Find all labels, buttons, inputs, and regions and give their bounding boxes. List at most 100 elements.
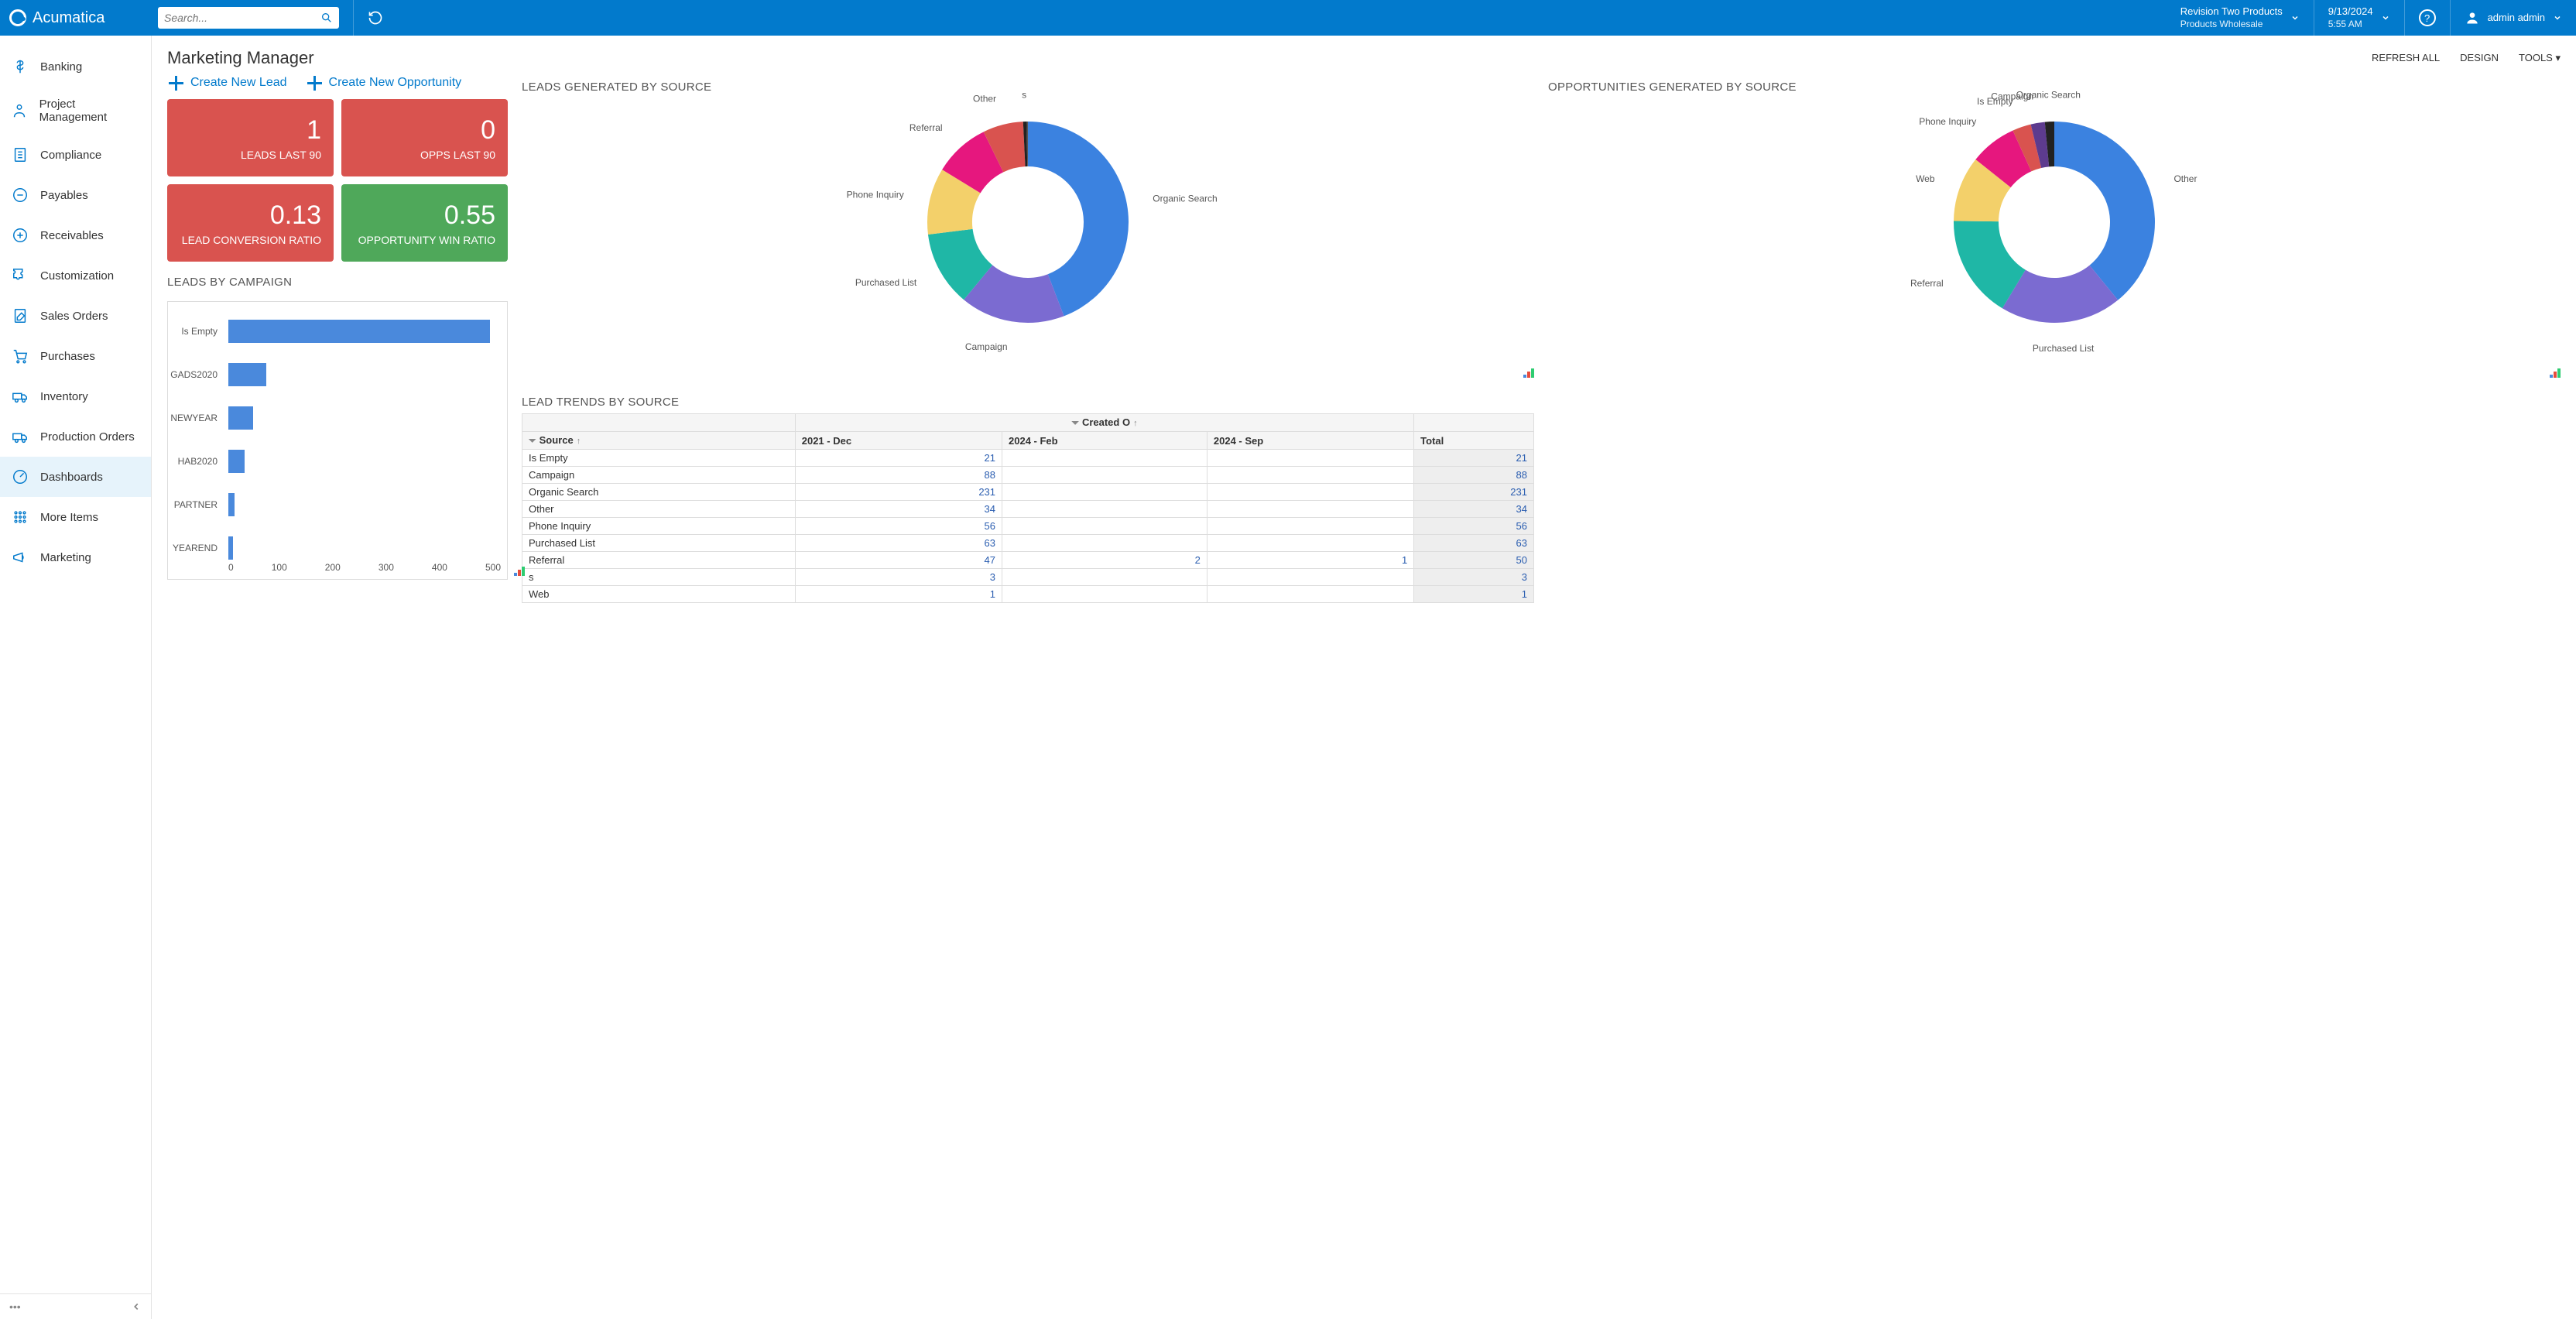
table-cell: [1207, 450, 1413, 467]
more-icon[interactable]: •••: [9, 1300, 21, 1313]
bar-rect[interactable]: [228, 320, 490, 343]
grid-icon: [11, 508, 29, 526]
sidebar-item-banking[interactable]: Banking: [0, 46, 151, 87]
sidebar-item-more-items[interactable]: More Items: [0, 497, 151, 537]
page-title: Marketing Manager: [167, 48, 314, 68]
design-button[interactable]: DESIGN: [2460, 52, 2499, 64]
tools-button[interactable]: TOOLS ▾: [2519, 52, 2561, 64]
table-cell: s: [522, 569, 796, 586]
kpi-label: OPPS LAST 90: [420, 149, 495, 161]
bar-rect[interactable]: [228, 363, 266, 386]
table-row[interactable]: Organic Search231231: [522, 484, 1534, 501]
sidebar-item-marketing[interactable]: Marketing: [0, 537, 151, 577]
table-header[interactable]: Total: [1414, 432, 1534, 450]
sidebar-item-inventory[interactable]: Inventory: [0, 376, 151, 416]
sidebar-item-receivables[interactable]: Receivables: [0, 215, 151, 255]
refresh-icon[interactable]: [368, 10, 383, 26]
bar-rect[interactable]: [228, 493, 235, 516]
sidebar-item-purchases[interactable]: Purchases: [0, 336, 151, 376]
chart-icon[interactable]: [2550, 368, 2561, 380]
pie-label: Organic Search: [2016, 89, 2081, 100]
collapse-icon[interactable]: [131, 1301, 142, 1312]
megaphone-icon: [11, 548, 29, 567]
pie-label: s: [1022, 89, 1026, 100]
table-header[interactable]: 2021 - Dec: [795, 432, 1002, 450]
sidebar-item-dashboards[interactable]: Dashboards: [0, 457, 151, 497]
table-row[interactable]: Campaign8888: [522, 467, 1534, 484]
pie-label: Other: [973, 93, 996, 104]
bar-rect[interactable]: [228, 450, 245, 473]
table-header[interactable]: 2024 - Feb: [1002, 432, 1208, 450]
chevron-down-icon: [2290, 13, 2300, 22]
sidebar-item-label: Compliance: [40, 149, 101, 162]
table-header[interactable]: 2024 - Sep: [1207, 432, 1413, 450]
sidebar-item-project-management[interactable]: Project Management: [0, 87, 151, 135]
pie-label: Referral: [909, 122, 943, 133]
table-cell: Phone Inquiry: [522, 518, 796, 535]
table-cell: [1002, 450, 1208, 467]
table-cell: [1207, 569, 1413, 586]
pie-label: Phone Inquiry: [1919, 116, 1976, 127]
sidebar-item-customization[interactable]: Customization: [0, 255, 151, 296]
tenant-name: Revision Two Products: [2180, 5, 2283, 19]
table-row[interactable]: Purchased List6363: [522, 535, 1534, 552]
table-cell: [1002, 518, 1208, 535]
brand-logo[interactable]: Acumatica: [0, 9, 152, 27]
help-icon[interactable]: ?: [2419, 9, 2436, 26]
cart-icon: [11, 347, 29, 365]
table-row[interactable]: Referral472150: [522, 552, 1534, 569]
axis-tick: 500: [485, 562, 501, 573]
create-lead-link[interactable]: Create New Lead: [167, 74, 287, 91]
create-opportunity-link[interactable]: Create New Opportunity: [306, 74, 462, 91]
table-row[interactable]: Is Empty2121: [522, 450, 1534, 467]
search-input[interactable]: [164, 12, 320, 24]
table-row[interactable]: Web11: [522, 586, 1534, 603]
sidebar-item-sales-orders[interactable]: Sales Orders: [0, 296, 151, 336]
table-cell: [1207, 586, 1413, 603]
search-box[interactable]: [158, 7, 339, 29]
chart-icon[interactable]: [1523, 368, 1534, 380]
create-lead-label: Create New Lead: [190, 76, 287, 90]
plus-icon: [306, 74, 323, 91]
user-name: admin admin: [2488, 12, 2545, 25]
table-row[interactable]: Phone Inquiry5656: [522, 518, 1534, 535]
sidebar-item-label: Production Orders: [40, 430, 135, 444]
chart-icon[interactable]: [514, 566, 525, 578]
date-selector[interactable]: 9/13/2024 5:55 AM: [2328, 5, 2390, 30]
kpi-tile[interactable]: 0.55OPPORTUNITY WIN RATIO: [341, 184, 508, 262]
sort-icon[interactable]: ↑: [1133, 419, 1138, 428]
table-row[interactable]: Other3434: [522, 501, 1534, 518]
bar-label: NEWYEAR: [168, 413, 224, 423]
kpi-tile[interactable]: 0 OPPS LAST 90: [341, 99, 508, 176]
kpi-label: LEAD CONVERSION RATIO: [182, 234, 321, 246]
table-cell: [1207, 518, 1413, 535]
sidebar-item-production-orders[interactable]: Production Orders: [0, 416, 151, 457]
table-cell: Is Empty: [522, 450, 796, 467]
bar-rect[interactable]: [228, 536, 233, 560]
tenant-selector[interactable]: Revision Two Products Products Wholesale: [2180, 5, 2300, 30]
bar-rect[interactable]: [228, 406, 253, 430]
filter-icon[interactable]: ⏷: [529, 435, 536, 446]
sort-icon[interactable]: ↑: [577, 437, 581, 446]
header-date: 9/13/2024: [2328, 5, 2373, 19]
table-cell: [1002, 586, 1208, 603]
table-row[interactable]: s33: [522, 569, 1534, 586]
table-cell: 1: [1414, 586, 1534, 603]
table-cell: 56: [795, 518, 1002, 535]
pie-label: Referral: [1910, 278, 1944, 289]
filter-icon[interactable]: ⏷: [1071, 417, 1079, 428]
refresh-all-button[interactable]: REFRESH ALL: [2372, 52, 2440, 64]
topbar: Acumatica Revision Two Products Products…: [0, 0, 2576, 36]
pie-label: Other: [2174, 173, 2197, 184]
table-header[interactable]: ⏷Source↑: [522, 432, 796, 450]
table-cell: Organic Search: [522, 484, 796, 501]
sidebar-item-compliance[interactable]: Compliance: [0, 135, 151, 175]
kpi-value: 0: [481, 115, 495, 146]
user-menu[interactable]: admin admin: [2465, 10, 2576, 26]
kpi-tile[interactable]: 0.13LEAD CONVERSION RATIO: [167, 184, 334, 262]
kpi-tile[interactable]: 1LEADS LAST 90: [167, 99, 334, 176]
person-gear-icon: [11, 101, 29, 120]
pie-slice[interactable]: [2054, 122, 2155, 300]
sidebar-item-payables[interactable]: Payables: [0, 175, 151, 215]
sidebar-footer: •••: [0, 1293, 151, 1319]
